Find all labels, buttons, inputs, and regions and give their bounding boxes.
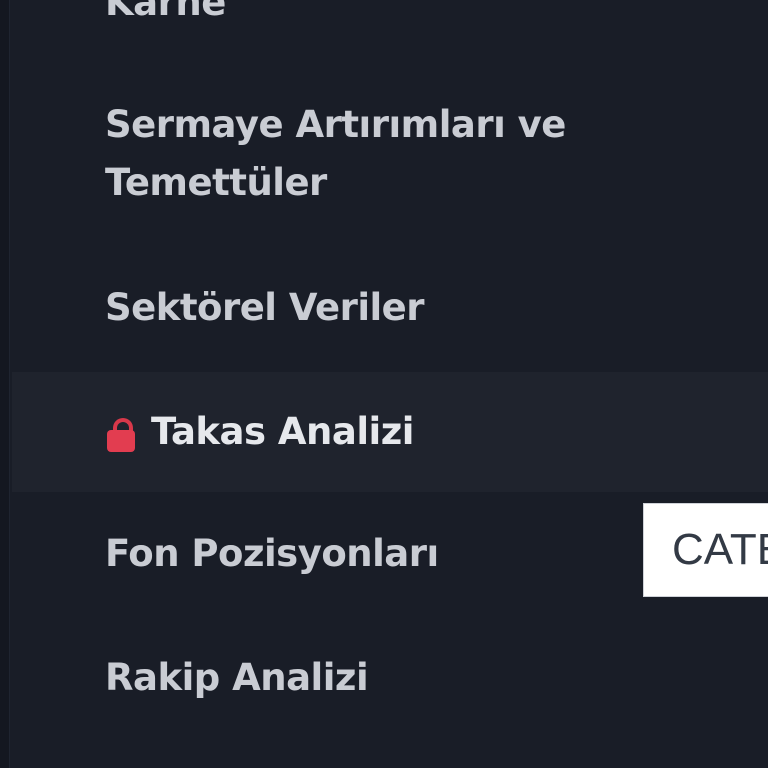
menu-item-sermaye-artirimlari[interactable]: Sermaye Artırımları ve Temettüler: [12, 96, 768, 212]
menu-item-label: Sektörel Veriler: [105, 286, 425, 329]
lock-icon: [107, 418, 135, 452]
menu-item-sektorel-veriler[interactable]: Sektörel Veriler: [12, 278, 768, 338]
menu-item-label: Fon Pozisyonları: [105, 532, 439, 575]
menu-item-label: Rakip Analizi: [105, 656, 369, 699]
menu-item-rakip-analizi[interactable]: Rakip Analizi: [12, 648, 768, 708]
category-button-label: CATE: [672, 525, 768, 574]
app-window: Karne Sermaye Artırımları ve Temettüler …: [0, 0, 768, 768]
category-button[interactable]: CATE: [643, 503, 768, 597]
menu-item-label: Takas Analizi: [151, 410, 414, 453]
sidebar-menu: Karne Sermaye Artırımları ve Temettüler …: [0, 0, 768, 768]
menu-item-takas-analizi[interactable]: Takas Analizi: [12, 372, 768, 492]
menu-item-label: Karne: [105, 0, 226, 24]
menu-item-karne[interactable]: Karne: [12, 0, 768, 28]
menu-item-label: Sermaye Artırımları ve Temettüler: [105, 103, 566, 204]
